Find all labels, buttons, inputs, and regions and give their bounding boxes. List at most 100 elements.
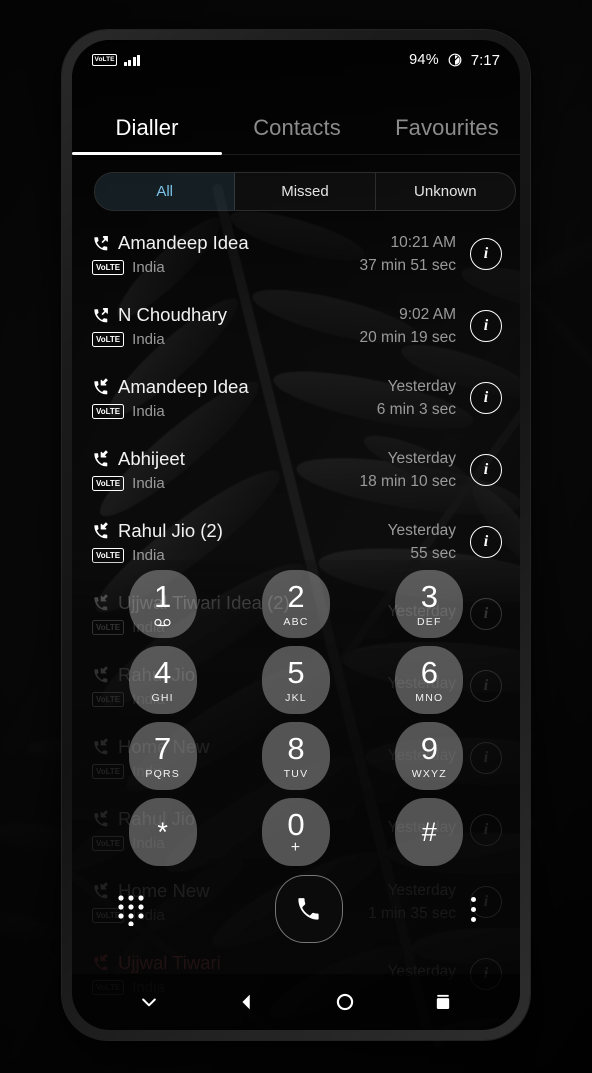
tab-contacts[interactable]: Contacts — [222, 115, 372, 154]
incoming-call-icon — [94, 450, 108, 467]
call-details-button[interactable]: i — [470, 310, 502, 342]
call-row-title: Ujjwal Tiwari — [92, 952, 388, 974]
call-details-button[interactable]: i — [470, 526, 502, 558]
dialpad-key-letters: WXYZ — [411, 767, 447, 780]
call-row-title: Amandeep Idea — [92, 376, 377, 398]
dialpad-key-digit: 4 — [154, 654, 172, 690]
tab-bar: Dialler Contacts Favourites — [72, 96, 520, 154]
dialpad-key-0[interactable]: 0 + — [261, 798, 330, 866]
dialpad-key-9[interactable]: 9 WXYZ — [395, 722, 464, 790]
dialpad-key-letters: GHI — [151, 691, 174, 704]
phone-handset-icon — [298, 897, 319, 920]
status-bar-clock: 7:17 — [470, 51, 500, 69]
incoming-call-icon — [94, 522, 108, 539]
call-log-row[interactable]: Rahul Jio (2) VoLTE India Yesterday 55 sec i — [72, 506, 520, 578]
volte-status-icon: VoLTE — [92, 53, 118, 67]
dialpad-key-4[interactable]: 4 GHI — [128, 646, 197, 714]
call-time: Yesterday — [387, 377, 456, 395]
call-row-meta: Yesterday 18 min 10 sec — [360, 450, 457, 491]
call-filter-group: All Missed Unknown — [94, 172, 516, 211]
call-contact-name: Amandeep Idea — [118, 232, 249, 253]
recents-square-icon — [436, 994, 450, 1009]
call-log-row[interactable]: Amandeep Idea VoLTE India Yesterday 6 min 3 … — [72, 362, 520, 434]
volte-badge: VoLTE — [92, 404, 125, 419]
call-contact-name: Rahul Jio (2) — [118, 520, 223, 541]
hide-keyboard-button[interactable] — [132, 985, 166, 1019]
incoming-call-icon — [94, 378, 108, 395]
call-row-main: Rahul Jio (2) VoLTE India — [92, 520, 388, 564]
home-circle-icon — [336, 993, 354, 1011]
call-time: Yesterday — [387, 449, 456, 467]
dialpad-key-letters: ABC — [283, 615, 309, 628]
call-log-row[interactable]: N Choudhary VoLTE India 9:02 AM 20 min 19 se… — [72, 290, 520, 362]
call-location: India — [132, 331, 165, 348]
call-location: India — [132, 547, 165, 564]
volte-badge: VoLTE — [92, 476, 125, 491]
tab-favourites[interactable]: Favourites — [372, 115, 520, 154]
call-row-main: Abhijeet VoLTE India — [92, 448, 360, 492]
filter-chip-missed[interactable]: Missed — [235, 173, 376, 210]
dialpad-actions — [72, 872, 520, 946]
dialpad-key-1[interactable]: 1 — [128, 570, 197, 638]
dialpad-key-5[interactable]: 5 JKL — [261, 646, 330, 714]
more-vertical-icon[interactable] — [471, 896, 476, 922]
call-details-button[interactable]: i — [470, 382, 502, 414]
call-button[interactable] — [274, 875, 343, 943]
dialpad-key-star[interactable]: * — [128, 798, 197, 866]
volte-badge: VoLTE — [92, 260, 125, 275]
dialpad-key-digit: 7 — [154, 730, 172, 766]
home-button[interactable] — [328, 985, 362, 1019]
recents-button[interactable] — [426, 985, 460, 1019]
signal-bars-icon — [124, 54, 140, 66]
call-location: India — [132, 259, 165, 276]
back-arrow-icon — [242, 994, 250, 1010]
tab-dialler[interactable]: Dialler — [72, 115, 222, 154]
call-row-meta: Yesterday 6 min 3 sec — [377, 378, 456, 419]
dialpad-grid-icon[interactable] — [116, 892, 146, 926]
dialpad-key-hash[interactable]: # — [395, 798, 464, 866]
dialpad-key-digit: # — [421, 816, 437, 847]
back-button[interactable] — [230, 985, 264, 1019]
battery-percent-label: 94% — [409, 52, 439, 68]
phone-screen: VoLTE 94% 7:17 Dialler Contacts Favourit… — [72, 40, 520, 1030]
call-contact-name: Abhijeet — [118, 448, 185, 469]
dialpad-key-7[interactable]: 7 PQRS — [128, 722, 197, 790]
call-time: Yesterday — [387, 521, 456, 539]
dialpad-key-digit: 1 — [154, 579, 172, 614]
voicemail-icon — [154, 618, 171, 627]
missed-call-icon — [94, 954, 108, 971]
call-duration: 55 sec — [410, 544, 456, 562]
dialpad-key-letters: MNO — [415, 691, 444, 704]
dialpad-key-letters: TUV — [283, 767, 309, 780]
call-row-meta: Yesterday 55 sec — [388, 522, 456, 563]
outgoing-call-icon — [94, 235, 108, 251]
call-row-subtitle: VoLTE India — [92, 475, 360, 492]
dialpad-key-digit: 8 — [287, 730, 305, 766]
dialpad-key-digit: 2 — [287, 578, 305, 614]
call-time: 10:21 AM — [390, 233, 457, 251]
call-row-title: Amandeep Idea — [92, 232, 360, 254]
filter-chip-all[interactable]: All — [95, 173, 236, 210]
dialpad-key-2[interactable]: 2 ABC — [261, 570, 330, 638]
call-details-button[interactable]: i — [470, 238, 502, 270]
call-details-button[interactable]: i — [470, 454, 502, 486]
call-row-subtitle: VoLTE India — [92, 259, 360, 276]
dialpad-keys: 1 2 ABC 3 DEF 4 GHI 5 JKL 6 MNO 7 PQRS 8 TUV 9 WXYZ * 0 + # — [96, 570, 496, 866]
battery-circle-icon — [448, 53, 462, 67]
call-log-row[interactable]: Abhijeet VoLTE India Yesterday 18 min 10 sec… — [72, 434, 520, 506]
dialpad-key-8[interactable]: 8 TUV — [261, 722, 330, 790]
call-location: India — [132, 403, 165, 420]
call-contact-name: Ujjwal Tiwari — [118, 952, 221, 973]
dialpad: 1 2 ABC 3 DEF 4 GHI 5 JKL 6 MNO 7 PQRS 8 TUV 9 WXYZ * 0 + # — [72, 570, 520, 954]
call-log-row[interactable]: Amandeep Idea VoLTE India 10:21 AM 37 min 51… — [72, 218, 520, 290]
dialpad-key-6[interactable]: 6 MNO — [395, 646, 464, 714]
call-row-subtitle: VoLTE India — [92, 403, 377, 420]
dialpad-key-letters: JKL — [285, 691, 307, 704]
call-location: India — [132, 475, 165, 492]
filter-chip-unknown[interactable]: Unknown — [376, 173, 515, 210]
call-row-meta: 9:02 AM 20 min 19 sec — [360, 306, 457, 347]
dialpad-key-digit: 3 — [420, 578, 438, 614]
dialpad-key-3[interactable]: 3 DEF — [395, 570, 464, 638]
chevron-down-icon — [142, 998, 156, 1007]
call-row-main: Amandeep Idea VoLTE India — [92, 376, 377, 420]
